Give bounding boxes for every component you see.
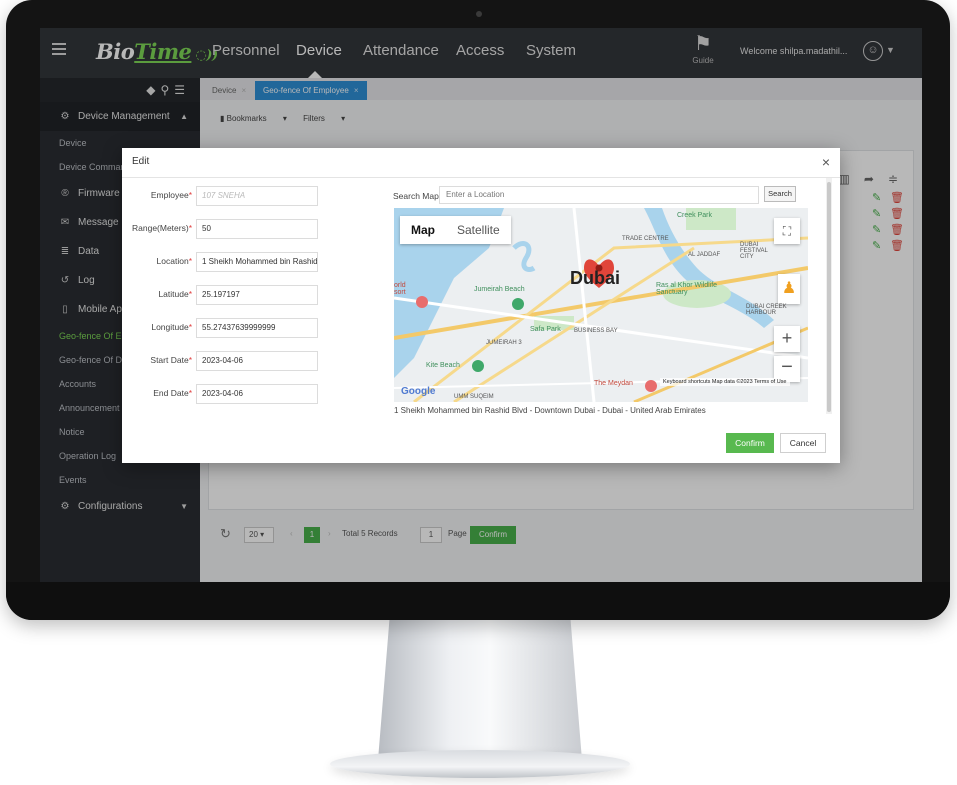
confirm-button[interactable]: Confirm <box>726 433 774 453</box>
longitude-label: Longitude* <box>151 322 192 332</box>
monitor-chin <box>6 582 950 620</box>
dialog-header: Edit × <box>122 148 840 178</box>
edit-dialog: Edit × Employee* 107 SNEHA Range(Meters)… <box>122 148 840 463</box>
map-label-creek-harbour: DUBAI CREEK HARBOUR <box>746 304 787 316</box>
dialog-scrollbar[interactable] <box>826 178 832 414</box>
map-type-toggle: Map Satellite <box>400 216 511 244</box>
start-date-label: Start Date* <box>150 355 192 365</box>
search-map-button[interactable]: Search <box>764 186 796 202</box>
map-address: 1 Sheikh Mohammed bin Rashid Blvd - Down… <box>394 406 706 415</box>
map-footer[interactable]: Keyboard shortcuts Map data ©2023 Terms … <box>660 378 790 386</box>
range-label: Range(Meters)* <box>132 223 192 233</box>
map-label-world-resort: orld sort <box>394 282 406 296</box>
map-label-kite-beach: Kite Beach <box>426 362 460 369</box>
monitor-base <box>330 750 630 778</box>
employee-label: Employee* <box>150 190 192 200</box>
satellite-tab[interactable]: Satellite <box>446 216 511 244</box>
camera-icon <box>476 11 482 17</box>
range-field[interactable]: 50 <box>196 219 318 239</box>
cancel-button[interactable]: Cancel <box>780 433 826 453</box>
latitude-label: Latitude* <box>158 289 192 299</box>
fullscreen-icon[interactable]: ⛶ <box>774 218 800 244</box>
location-label: Location* <box>156 256 192 266</box>
map-view[interactable]: Map Satellite ⛶ ♟ + − Dubai Creek Park TR… <box>394 208 808 402</box>
street-view-icon[interactable]: ♟ <box>778 274 800 304</box>
latitude-field[interactable]: 25.197197 <box>196 285 318 305</box>
end-date-field[interactable]: 2023-04-06 <box>196 384 318 404</box>
longitude-field[interactable]: 55.27437639999999 <box>196 318 318 338</box>
screen: BioTime ◌)) Personnel Device Attendance … <box>40 28 922 582</box>
location-field[interactable]: 1 Sheikh Mohammed bin Rashid Blvd <box>196 252 318 272</box>
map-label-ras-al-khor: Ras al Khor Wildlife Sanctuary <box>656 282 718 296</box>
monitor-stand <box>378 610 582 760</box>
search-map-input[interactable]: Enter a Location <box>439 186 759 204</box>
map-label-umm-suqeim: UMM SUQEIM <box>454 394 494 400</box>
map-label-jumeirah-3: JUMEIRAH 3 <box>486 340 522 346</box>
map-label-festival-city: DUBAI FESTIVAL CITY <box>740 242 768 260</box>
google-logo: Google <box>401 386 436 397</box>
close-icon[interactable]: × <box>822 154 830 170</box>
start-date-field[interactable]: 2023-04-06 <box>196 351 318 371</box>
map-label-safa-park: Safa Park <box>530 326 561 333</box>
map-tab[interactable]: Map <box>400 216 446 244</box>
search-map-label: Search Map <box>393 191 439 201</box>
map-label-business-bay: BUSINESS BAY <box>574 328 618 334</box>
end-date-label: End Date* <box>153 388 192 398</box>
dialog-title: Edit <box>132 156 150 167</box>
map-label-meydan: The Meydan <box>594 380 633 387</box>
map-label-trade-centre: TRADE CENTRE <box>622 236 669 242</box>
map-city-label: Dubai <box>570 268 621 288</box>
zoom-in-button[interactable]: + <box>774 326 800 352</box>
employee-field[interactable]: 107 SNEHA <box>196 186 318 206</box>
map-label-al-jaddaf: AL JADDAF <box>688 252 721 258</box>
map-label-jumeirah-beach: Jumeirah Beach <box>474 286 525 293</box>
map-label-creek-park: Creek Park <box>677 212 713 219</box>
